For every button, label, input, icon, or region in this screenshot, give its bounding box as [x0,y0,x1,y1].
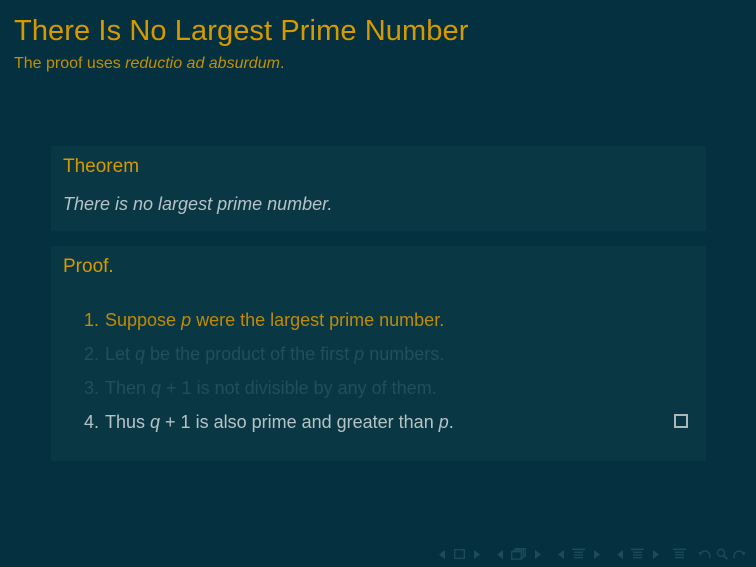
triangle-right-icon[interactable] [531,547,543,561]
theorem-block-body: There is no largest prime number. [51,181,706,231]
document-lines-icon[interactable] [673,547,686,561]
subtitle-italic-phrase: reductio ad absurdum [125,55,280,72]
page-title: There Is No Largest Prime Number [14,15,469,47]
triangle-right-icon[interactable] [649,547,661,561]
triangle-right-icon[interactable] [470,547,482,561]
proof-block-title: Proof. [63,256,114,277]
list-item-label: Suppose p were the largest prime number. [105,310,445,330]
list-item-label: Let q be the product of the first p numb… [105,344,445,364]
triangle-left-icon[interactable] [614,547,626,561]
theorem-block-title: Theorem [63,156,140,177]
beamer-slide: There Is No Largest Prime Number The pro… [0,0,756,567]
subtitle-prefix: The proof uses [14,55,126,72]
subsection-navigation-group[interactable] [555,547,602,561]
search-icon[interactable] [716,547,728,561]
slide-headline: There Is No Largest Prime Number The pro… [14,14,742,74]
beamer-navigation-bar[interactable] [436,545,746,563]
stacked-frames-icon[interactable] [511,547,526,561]
theorem-statement: There is no largest prime number. [63,194,333,214]
triangle-left-icon[interactable] [494,547,506,561]
qed-box-icon [674,414,688,428]
frame-navigation-group[interactable] [494,547,543,561]
subtitle-suffix: . [279,55,285,72]
list-item: 2. Let q be the product of the first p n… [63,337,694,371]
section-navigation-group[interactable] [614,547,661,561]
document-navigation-group[interactable] [673,547,686,561]
list-item-number: 3. [83,378,99,398]
proof-block-title-bar: Proof. [51,246,706,281]
list-item-number: 4. [83,412,99,432]
theorem-block: Theorem There is no largest prime number… [51,146,706,231]
list-item: 1. Suppose p were the largest prime numb… [63,303,694,337]
triangle-left-icon[interactable] [436,547,448,561]
undo-arrow-icon[interactable] [698,547,711,561]
slide-subtitle: The proof uses reductio ad absurdum. [14,54,742,74]
section-lines-icon[interactable] [631,547,644,561]
slide-navigation-group[interactable] [436,547,482,561]
list-item-label: Thus q + 1 is also prime and greater tha… [105,412,454,432]
subsection-lines-icon[interactable] [572,547,585,561]
proof-step-list: 1. Suppose p were the largest prime numb… [63,303,694,439]
triangle-left-icon[interactable] [555,547,567,561]
list-item: 3. Then q + 1 is not divisible by any of… [63,371,694,405]
redo-arrow-icon[interactable] [733,547,746,561]
proof-block: Proof. 1. Suppose p were the largest pri… [51,246,706,461]
triangle-right-icon[interactable] [590,547,602,561]
list-item-label: Then q + 1 is not divisible by any of th… [105,378,437,398]
theorem-block-title-bar: Theorem [51,146,706,181]
history-navigation-group[interactable] [698,547,746,561]
list-item-number: 2. [83,344,99,364]
list-item: 4. Thus q + 1 is also prime and greater … [63,405,694,439]
proof-block-body: 1. Suppose p were the largest prime numb… [51,281,706,461]
list-item-number: 1. [83,310,99,330]
square-icon[interactable] [453,547,465,561]
